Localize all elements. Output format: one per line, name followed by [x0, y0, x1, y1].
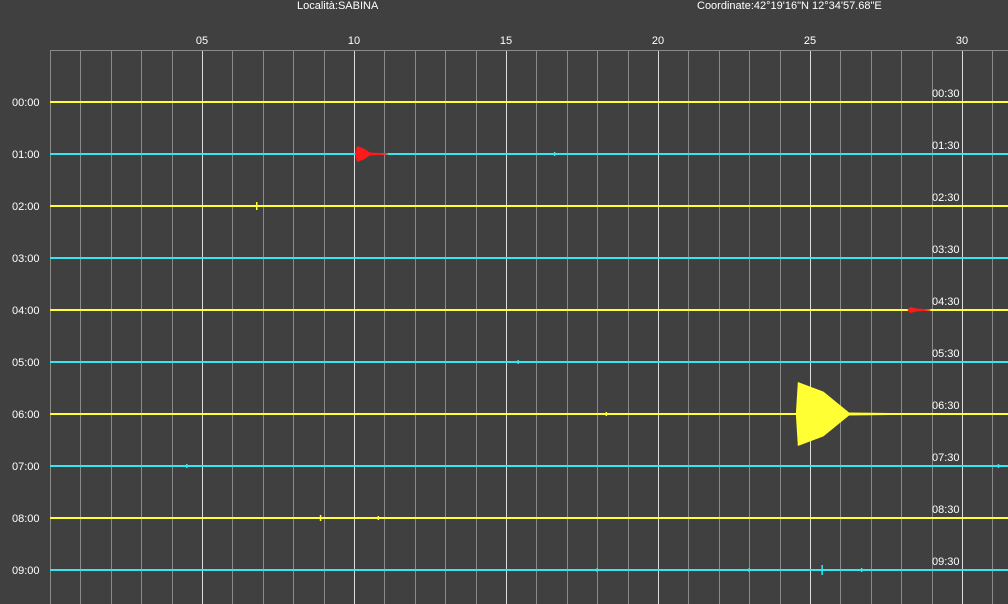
trace-start-label: 06:00	[12, 409, 40, 421]
trace-start-label: 07:00	[12, 461, 40, 473]
coordinates-label: Coordinate:42°19'16"N 12°34'57.68"E	[697, 0, 882, 12]
trace-end-label: 08:30	[932, 504, 960, 516]
trace-end-label: 01:30	[932, 140, 960, 152]
trace-row: 04:00 04:30	[12, 296, 1008, 317]
trace-row: 07:00 07:30	[12, 452, 1008, 473]
trace-start-label: 08:00	[12, 513, 40, 525]
trace-row: 03:00 03:30	[12, 244, 1008, 265]
seismic-event	[355, 146, 388, 162]
trace-end-label: 09:30	[932, 556, 960, 568]
x-tick-label: 15	[500, 35, 512, 47]
traces: 00:00 00:30 01:00 01:30 02:00 02:30 03:00 03:30…	[12, 88, 1008, 577]
trace-end-label: 05:30	[932, 348, 960, 360]
trace-end-label: 03:30	[932, 244, 960, 256]
trace-end-label: 04:30	[932, 296, 960, 308]
trace-row: 02:00 02:30	[12, 192, 1008, 213]
trace-start-label: 01:00	[12, 149, 40, 161]
trace-end-label: 07:30	[932, 452, 960, 464]
x-tick-labels: 05 10 15 20 25 30	[196, 35, 968, 47]
x-tick-label: 30	[956, 35, 968, 47]
seismic-event	[907, 307, 931, 313]
trace-row: 01:00 01:30	[12, 140, 1008, 162]
seismogram-chart: Località:SABINA Coordinate:42°19'16"N 12…	[12, 0, 1008, 604]
trace-row: 05:00 05:30	[12, 348, 1008, 369]
x-tick-label: 10	[348, 35, 360, 47]
trace-start-label: 04:00	[12, 305, 40, 317]
trace-start-label: 05:00	[12, 357, 40, 369]
trace-row: 06:00 06:30	[12, 382, 1008, 446]
grid	[50, 50, 1008, 604]
trace-row: 08:00 08:30	[12, 504, 1008, 525]
trace-row: 09:00 09:30	[12, 556, 1008, 577]
trace-row: 00:00 00:30	[12, 88, 1008, 109]
trace-start-label: 00:00	[12, 97, 40, 109]
trace-end-label: 02:30	[932, 192, 960, 204]
x-tick-label: 25	[804, 35, 816, 47]
trace-end-label: 06:30	[932, 400, 960, 412]
trace-end-label: 00:30	[932, 88, 960, 100]
x-tick-label: 20	[652, 35, 664, 47]
x-tick-label: 05	[196, 35, 208, 47]
trace-start-label: 02:00	[12, 201, 40, 213]
location-label: Località:SABINA	[297, 0, 379, 12]
trace-start-label: 03:00	[12, 253, 40, 265]
trace-start-label: 09:00	[12, 565, 40, 577]
